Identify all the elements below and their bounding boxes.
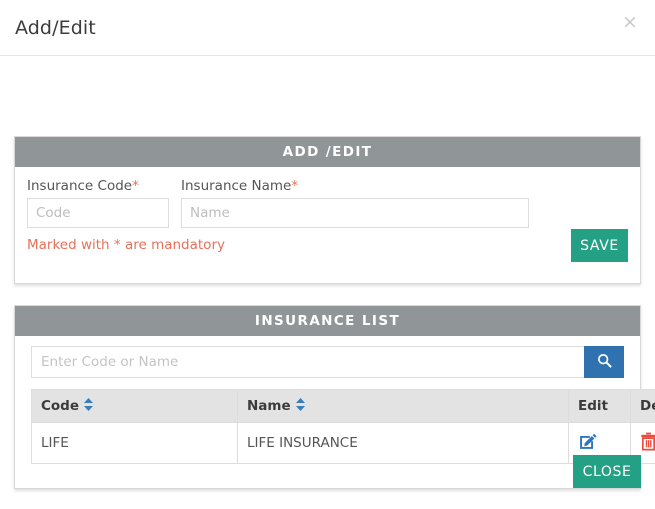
search-icon — [597, 353, 612, 371]
insurance-name-label-text: Insurance Name — [181, 178, 292, 194]
search-input[interactable] — [31, 346, 584, 378]
modal-header: Add/Edit × — [0, 0, 655, 56]
insurance-code-label-text: Insurance Code — [27, 178, 133, 194]
sort-icon[interactable] — [84, 398, 94, 411]
insurance-code-label: Insurance Code* — [27, 178, 169, 194]
column-header-name[interactable]: Name — [237, 389, 569, 423]
table-header-row: Code Name Edit Delete — [31, 389, 655, 423]
add-edit-modal: Add/Edit × ADD /EDIT Insurance Code* Ins… — [0, 0, 655, 509]
search-row — [31, 346, 624, 378]
add-edit-panel-heading: ADD /EDIT — [15, 137, 640, 167]
add-edit-panel: ADD /EDIT Insurance Code* Insurance Name… — [14, 136, 641, 284]
modal-footer: CLOSE — [0, 449, 655, 509]
close-button[interactable]: CLOSE — [573, 455, 641, 488]
add-edit-panel-body: Insurance Code* Insurance Name* Marked w… — [15, 167, 640, 283]
form-fields-row: Insurance Code* Insurance Name* — [15, 167, 640, 229]
insurance-name-field-group: Insurance Name* — [181, 178, 529, 228]
save-button[interactable]: SAVE — [571, 229, 628, 262]
column-header-edit: Edit — [568, 389, 631, 423]
column-header-name-label: Name — [247, 398, 291, 414]
insurance-name-label: Insurance Name* — [181, 178, 529, 194]
form-footer: Marked with * are mandatory SAVE — [15, 229, 640, 283]
page-title: Add/Edit — [15, 17, 96, 39]
insurance-code-input[interactable] — [27, 198, 169, 228]
required-asterisk: * — [291, 178, 299, 194]
edit-icon[interactable] — [578, 432, 597, 451]
trash-icon[interactable] — [640, 432, 655, 451]
column-header-delete: Delete — [630, 389, 655, 423]
close-icon[interactable]: × — [619, 11, 641, 33]
column-header-code[interactable]: Code — [31, 389, 238, 423]
search-button[interactable] — [584, 346, 624, 378]
modal-body: ADD /EDIT Insurance Code* Insurance Name… — [0, 56, 655, 489]
sort-icon[interactable] — [295, 398, 305, 411]
insurance-name-input[interactable] — [181, 198, 529, 228]
insurance-table-head: Code Name Edit Delete — [31, 389, 655, 423]
column-header-code-label: Code — [41, 398, 80, 414]
required-asterisk: * — [132, 178, 139, 194]
mandatory-note: Marked with * are mandatory — [27, 237, 225, 253]
insurance-list-panel-heading: INSURANCE LIST — [15, 306, 640, 336]
insurance-code-field-group: Insurance Code* — [27, 178, 169, 228]
